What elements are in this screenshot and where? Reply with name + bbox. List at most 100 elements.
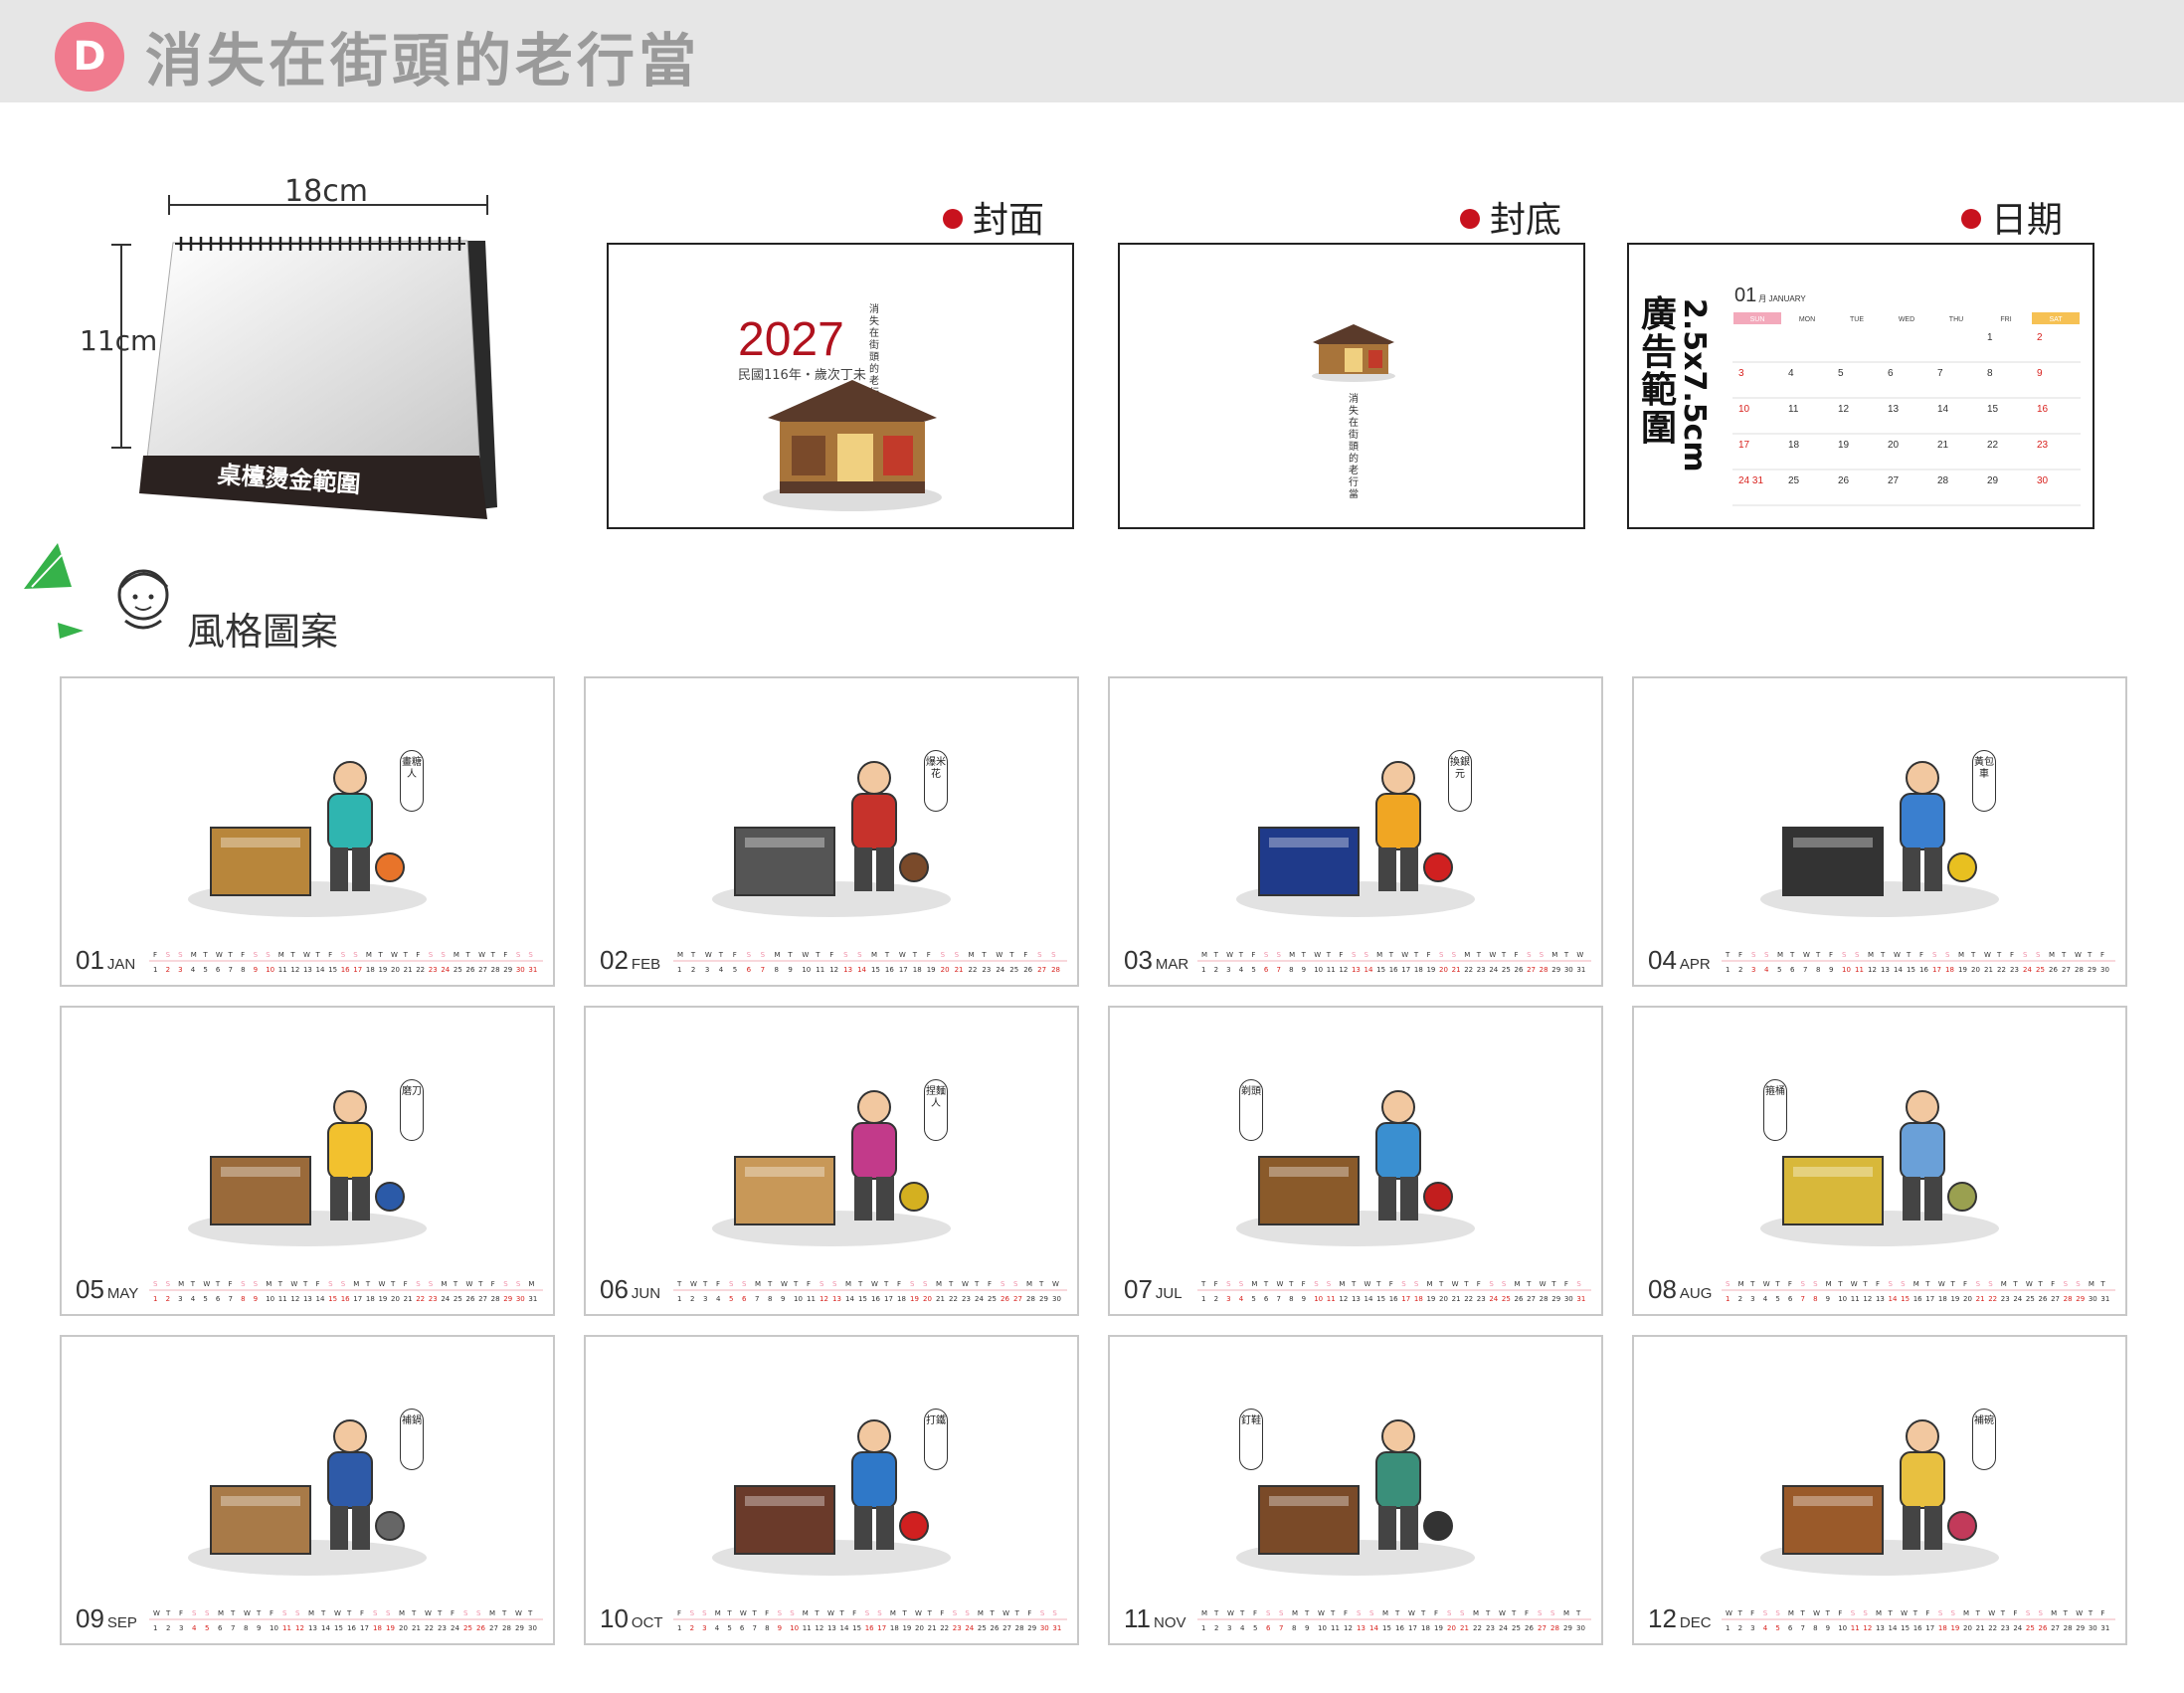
weekday-letter: S xyxy=(1489,1280,1494,1288)
shop-house-illustration xyxy=(763,380,942,511)
day-number: 22 xyxy=(1997,966,2006,974)
day-number: 18 xyxy=(1938,1624,1947,1632)
weekday-letter: S xyxy=(1751,951,1756,959)
calendar-day: 17 xyxy=(1738,440,1750,451)
weekday-letter: S xyxy=(353,951,358,959)
weekday-letter: T xyxy=(702,1280,708,1288)
day-number: 5 xyxy=(1251,1295,1255,1303)
day-number: 15 xyxy=(1376,1295,1385,1303)
day-number: 1 xyxy=(677,1295,681,1303)
day-number: 13 xyxy=(832,1295,841,1303)
weekday-letter: S xyxy=(819,1280,824,1288)
month-card: 爆米花 02 FEB M 1 T 2 W 3 T 4 F 5 S 6 S 7 M 8 T 9 W 10 T 11 F 12 S 13 S 1… xyxy=(584,676,1079,987)
day-number: 17 xyxy=(1408,1624,1417,1632)
day-number: 14 xyxy=(1369,1624,1378,1632)
weekday-letter: T xyxy=(230,1609,236,1617)
month-abbr: JUL xyxy=(1155,1285,1183,1302)
month-card: 磨刀 05 MAY S 1 S 2 M 3 T 4 W 5 T 6 F 7 S 8 S 9 M 10 T 11 W 12 T 13 F 14… xyxy=(60,1006,555,1316)
month-label: 04 APR xyxy=(1648,945,1711,976)
day-number: 6 xyxy=(1788,1624,1793,1632)
weekday-letter: F xyxy=(1515,951,1519,959)
weekday-letter: S xyxy=(373,1609,378,1617)
bullet-dot-icon xyxy=(1460,209,1480,229)
day-number: 11 xyxy=(278,1295,287,1303)
day-number: 31 xyxy=(528,966,537,974)
day-number: 22 xyxy=(949,1295,958,1303)
month-card: 畫糖人 01 JAN F 1 S 2 S 3 M 4 T 5 W 6 T 7 F 8 S 9 S 10 M 11 T 12 W 13 T 1… xyxy=(60,676,555,987)
day-number: 26 xyxy=(2039,1295,2048,1303)
day-number: 9 xyxy=(1826,1295,1830,1303)
month-card: 釘鞋 11 NOV M 1 T 2 W 3 T 4 F 5 S 6 S 7 M 8 T 9 W 10 T 11 F 12 S 13 S 14… xyxy=(1108,1335,1603,1645)
calendar-day: 8 xyxy=(1987,368,1993,379)
day-number: 3 xyxy=(1750,1295,1754,1303)
day-number: 22 xyxy=(1988,1295,1997,1303)
day-number: 1 xyxy=(1201,1295,1205,1303)
day-number: 11 xyxy=(816,966,824,974)
weekday-letter: T xyxy=(1375,1280,1381,1288)
weekday-letter: T xyxy=(1737,1609,1743,1617)
weekday-letter: T xyxy=(767,1280,773,1288)
day-number: 21 xyxy=(936,1295,945,1303)
day-number: 15 xyxy=(1901,1295,1910,1303)
day-number: 28 xyxy=(1051,966,1060,974)
day-number: 22 xyxy=(1464,1295,1473,1303)
day-number: 26 xyxy=(1023,966,1032,974)
weekday-letter: F xyxy=(1344,1609,1348,1617)
day-number: 27 xyxy=(2062,966,2071,974)
day-number: 7 xyxy=(1276,1295,1280,1303)
weekday-letter: S xyxy=(953,1609,958,1617)
day-number: 4 xyxy=(716,1295,721,1303)
day-number: 9 xyxy=(257,1624,261,1632)
calendar-day: 30 xyxy=(2037,475,2049,486)
weekday-letter: S xyxy=(832,1280,837,1288)
day-number: 21 xyxy=(404,966,413,974)
day-number: 19 xyxy=(378,966,387,974)
weekday-letter: S xyxy=(941,951,946,959)
day-number: 20 xyxy=(923,1295,932,1303)
day-number: 5 xyxy=(203,1295,207,1303)
day-number: 9 xyxy=(1302,1295,1306,1303)
bowl-mender-illustration xyxy=(1760,1419,1999,1576)
day-number: 25 xyxy=(988,1295,997,1303)
weekday-letter: T xyxy=(227,951,233,959)
day-number: 17 xyxy=(1401,1295,1410,1303)
day-number: 29 xyxy=(503,1295,512,1303)
day-number: 1 xyxy=(1726,1295,1729,1303)
weekday-letter: T xyxy=(190,1280,196,1288)
day-number: 29 xyxy=(503,966,512,974)
calendar-day: 29 xyxy=(1987,475,1999,486)
month-number: 08 xyxy=(1648,1274,1677,1304)
day-number: 23 xyxy=(982,966,991,974)
day-number: 14 xyxy=(1365,966,1373,974)
day-strip: M1T2W3T4F5S6S7M8T9W10T11F12S13S14M15T16W… xyxy=(1197,1609,1591,1632)
weekday-letter: W xyxy=(1401,951,1408,959)
day-number: 19 xyxy=(927,966,936,974)
day-number: 26 xyxy=(466,1295,475,1303)
calendar-day: 15 xyxy=(1987,404,1999,415)
weekday-letter: S xyxy=(1037,951,1042,959)
day-number: 7 xyxy=(755,1295,759,1303)
weekday-letter: S xyxy=(1901,1280,1906,1288)
day-number: 20 xyxy=(391,1295,400,1303)
weekday-letter: W xyxy=(1489,951,1496,959)
day-number: 17 xyxy=(899,966,908,974)
day-number: 14 xyxy=(321,1624,330,1632)
day-number: 3 xyxy=(702,1624,706,1632)
day-number: 9 xyxy=(781,1295,785,1303)
weekday-letter: M xyxy=(1738,1280,1744,1288)
weekday-letter: F xyxy=(451,1609,455,1617)
day-number: 12 xyxy=(1339,966,1348,974)
weekday-letter: T xyxy=(1912,1609,1918,1617)
day-number: 24 xyxy=(2013,1295,2022,1303)
day-number: 18 xyxy=(1421,1624,1430,1632)
calendar-day: 18 xyxy=(1788,440,1800,451)
blacksmith-illustration xyxy=(712,1419,951,1576)
small-shop-house-illustration xyxy=(1312,324,1395,382)
weekday-letter: F xyxy=(491,1280,495,1288)
weekday-letter: T xyxy=(377,951,383,959)
month-number: 10 xyxy=(600,1603,629,1633)
width-dimension-label: 18cm xyxy=(284,174,368,209)
weekday-letter: W xyxy=(2075,951,2082,959)
day-number: 11 xyxy=(278,966,287,974)
weekday-letter: T xyxy=(1351,1280,1357,1288)
